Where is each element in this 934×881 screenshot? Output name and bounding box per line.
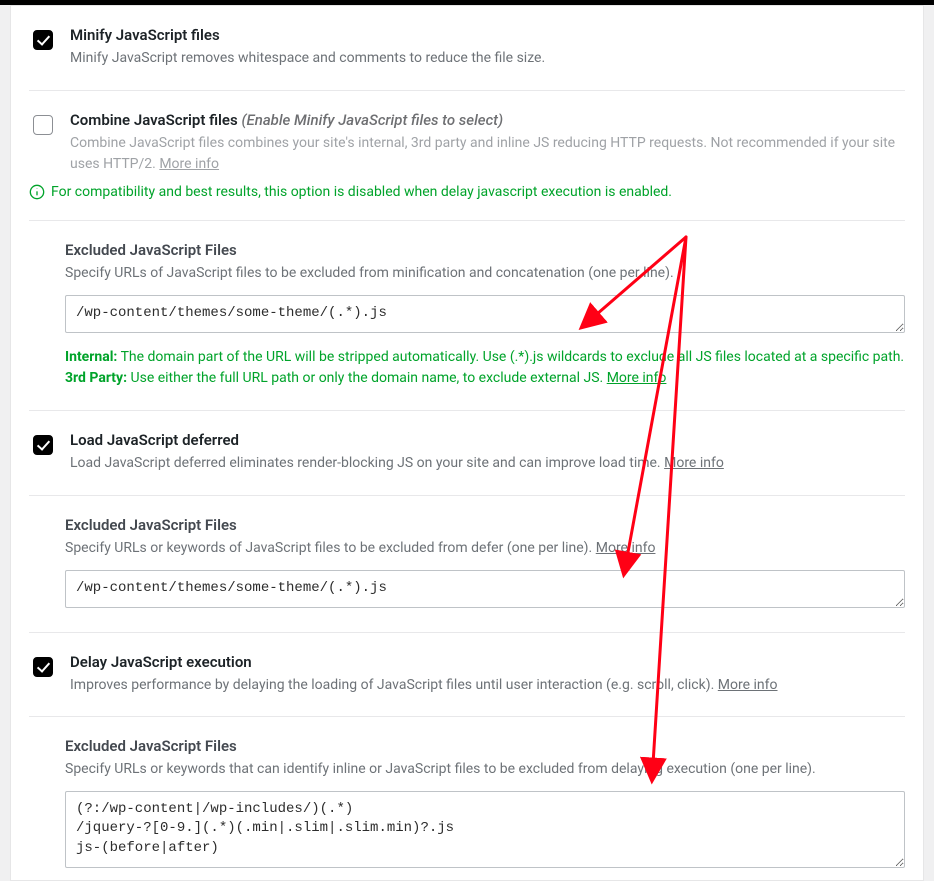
excluded-defer-more-info-link[interactable]: More info	[596, 540, 656, 556]
combine-js-more-info-link[interactable]: More info	[159, 156, 219, 172]
delay-js-title: Delay JavaScript execution	[70, 653, 905, 671]
defer-js-more-info-link[interactable]: More info	[664, 455, 724, 471]
option-combine-js: Combine JavaScript files (Enable Minify …	[11, 91, 923, 220]
excluded-minify-desc: Specify URLs of JavaScript files to be e…	[65, 263, 905, 285]
excluded-minify-3rdparty-label: 3rd Party:	[65, 370, 127, 386]
defer-js-checkbox-wrap	[29, 432, 56, 462]
combine-js-checkbox[interactable]	[33, 115, 53, 135]
excluded-defer-desc-text: Specify URLs or keywords of JavaScript f…	[65, 540, 592, 556]
option-minify-js: Minify JavaScript files Minify JavaScrip…	[11, 6, 923, 90]
excluded-minify-internal-text: The domain part of the URL will be strip…	[121, 349, 905, 365]
combine-js-title: Combine JavaScript files (Enable Minify …	[70, 111, 905, 129]
excluded-defer-block: Excluded JavaScript Files Specify URLs o…	[11, 496, 923, 632]
excluded-defer-desc: Specify URLs or keywords of JavaScript f…	[65, 538, 905, 560]
combine-js-title-text: Combine JavaScript files	[70, 111, 238, 129]
defer-js-checkbox[interactable]	[33, 435, 53, 455]
delay-js-checkbox[interactable]	[33, 657, 53, 677]
delay-js-more-info-link[interactable]: More info	[718, 677, 778, 693]
combine-js-title-hint: (Enable Minify JavaScript files to selec…	[241, 111, 503, 129]
combine-js-checkbox-wrap	[29, 112, 56, 142]
excluded-defer-textarea[interactable]	[65, 570, 905, 608]
excluded-minify-3rdparty-text: Use either the full URL path or only the…	[131, 370, 604, 386]
excluded-delay-textarea[interactable]	[65, 791, 905, 868]
info-icon	[29, 184, 45, 200]
minify-js-title: Minify JavaScript files	[70, 26, 905, 44]
minify-js-checkbox-wrap	[29, 27, 56, 57]
defer-js-desc: Load JavaScript deferred eliminates rend…	[70, 453, 905, 475]
excluded-delay-block: Excluded JavaScript Files Specify URLs o…	[11, 717, 923, 879]
excluded-delay-desc: Specify URLs or keywords that can identi…	[65, 759, 905, 781]
minify-js-desc: Minify JavaScript removes whitespace and…	[70, 48, 905, 70]
minify-js-checkbox[interactable]	[33, 30, 53, 50]
excluded-minify-textarea[interactable]	[65, 295, 905, 333]
excluded-delay-title: Excluded JavaScript Files	[65, 737, 905, 755]
defer-js-desc-text: Load JavaScript deferred eliminates rend…	[70, 455, 661, 471]
combine-js-compat-text: For compatibility and best results, this…	[51, 184, 672, 200]
file-optimization-panel: Minify JavaScript files Minify JavaScrip…	[10, 5, 924, 881]
excluded-minify-more-info-link[interactable]: More info	[607, 370, 667, 386]
option-defer-js: Load JavaScript deferred Load JavaScript…	[11, 411, 923, 495]
delay-js-desc: Improves performance by delaying the loa…	[70, 675, 905, 697]
option-delay-js: Delay JavaScript execution Improves perf…	[11, 633, 923, 717]
excluded-minify-internal-label: Internal:	[65, 349, 117, 365]
excluded-defer-title: Excluded JavaScript Files	[65, 516, 905, 534]
combine-js-desc: Combine JavaScript files combines your s…	[70, 133, 905, 176]
defer-js-title: Load JavaScript deferred	[70, 431, 905, 449]
excluded-minify-hints: Internal: The domain part of the URL wil…	[65, 347, 905, 390]
delay-js-checkbox-wrap	[29, 654, 56, 684]
excluded-minify-block: Excluded JavaScript Files Specify URLs o…	[11, 221, 923, 410]
combine-js-compat-note: For compatibility and best results, this…	[11, 176, 923, 200]
delay-js-desc-text: Improves performance by delaying the loa…	[70, 677, 714, 693]
excluded-minify-title: Excluded JavaScript Files	[65, 241, 905, 259]
